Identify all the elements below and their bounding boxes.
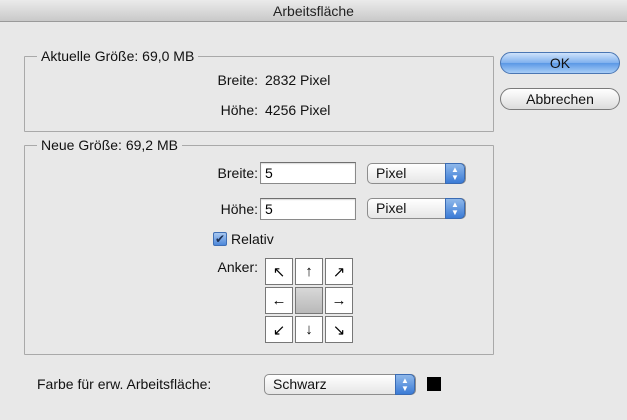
arrow-up-left-icon: ↖ xyxy=(272,263,286,281)
popup-arrows-icon: ▲ ▼ xyxy=(445,163,465,184)
new-size-title: Neue Größe: 69,2 MB xyxy=(37,136,182,154)
cancel-button[interactable]: Abbrechen xyxy=(500,88,620,110)
anchor-bottom-left[interactable]: ↙ xyxy=(265,316,293,343)
anchor-label: Anker: xyxy=(217,259,258,275)
current-width-label: Breite: xyxy=(217,72,258,88)
anchor-bottom-right[interactable]: ↘ xyxy=(325,316,353,343)
arrow-up-icon: ↑ xyxy=(305,263,313,280)
current-width-value: 2832 Pixel xyxy=(265,72,331,88)
dialog-title: Arbeitsfläche xyxy=(0,0,627,22)
height-unit-select[interactable]: Pixel ▲ ▼ xyxy=(367,198,466,219)
popup-arrows-icon: ▲ ▼ xyxy=(445,198,465,219)
anchor-top-right[interactable]: ↗ xyxy=(325,258,353,285)
anchor-top[interactable]: ↑ xyxy=(295,258,323,285)
current-height-label: Höhe: xyxy=(220,102,258,118)
current-size-title: Aktuelle Größe: 69,0 MB xyxy=(37,47,199,65)
arrow-down-icon: ↓ xyxy=(305,321,313,338)
arrow-up-right-icon: ↗ xyxy=(332,263,346,281)
extension-color-select[interactable]: Schwarz ▲ ▼ xyxy=(264,374,416,395)
checkmark-icon: ✔ xyxy=(214,232,226,246)
anchor-bottom[interactable]: ↓ xyxy=(295,316,323,343)
extension-color-swatch[interactable] xyxy=(427,377,441,391)
height-unit-value: Pixel xyxy=(376,200,407,216)
anchor-right[interactable]: → xyxy=(325,287,353,314)
anchor-grid: ↖ ↑ ↗ ← → ↙ ↓ ↘ xyxy=(265,258,355,346)
popup-arrows-icon: ▲ ▼ xyxy=(395,374,415,395)
new-width-label: Breite: xyxy=(217,165,258,181)
extension-color-label: Farbe für erw. Arbeitsfläche: xyxy=(37,376,212,392)
arrow-left-icon: ← xyxy=(271,292,287,309)
width-input[interactable] xyxy=(260,162,356,184)
arrow-right-icon: → xyxy=(331,292,347,309)
new-height-label: Höhe: xyxy=(220,201,258,217)
arrow-down-left-icon: ↙ xyxy=(272,321,286,339)
arrow-down-right-icon: ↘ xyxy=(332,321,346,339)
relative-checkbox[interactable]: ✔ xyxy=(213,232,227,246)
extension-color-value: Schwarz xyxy=(273,376,327,392)
anchor-top-left[interactable]: ↖ xyxy=(265,258,293,285)
current-size-group: Aktuelle Größe: 69,0 MB xyxy=(24,47,494,132)
width-unit-select[interactable]: Pixel ▲ ▼ xyxy=(367,163,466,184)
current-height-value: 4256 Pixel xyxy=(265,102,331,118)
ok-button[interactable]: OK xyxy=(500,52,620,74)
relative-label: Relativ xyxy=(231,231,274,247)
width-unit-value: Pixel xyxy=(376,165,407,181)
anchor-left[interactable]: ← xyxy=(265,287,293,314)
anchor-center[interactable] xyxy=(295,287,323,314)
height-input[interactable] xyxy=(260,198,356,220)
